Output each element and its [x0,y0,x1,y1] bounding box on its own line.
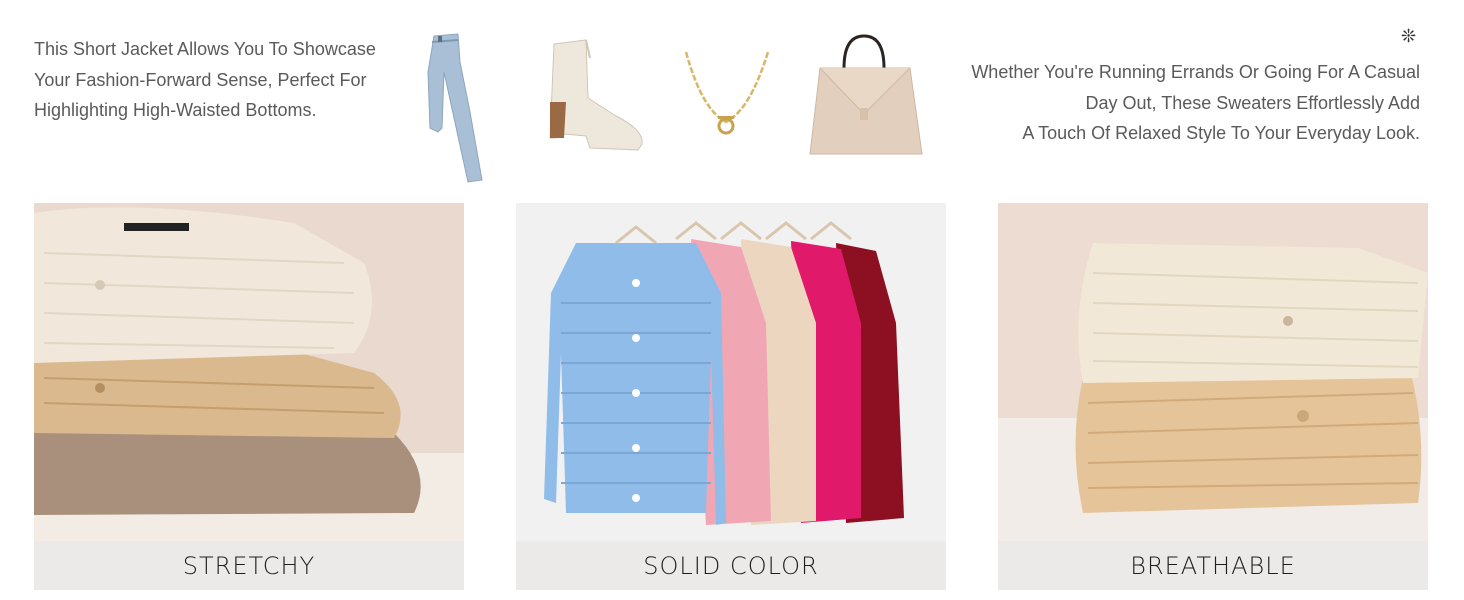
feature-label: SOLID COLOR [516,541,946,590]
intro-right-line: A Touch Of Relaxed Style To Your Everyda… [1022,123,1420,143]
feature-label: STRETCHY [34,541,464,590]
handbag-icon [809,34,923,155]
intro-right-line: Whether You're Running Errands Or Going … [971,62,1420,82]
feature-card-stretchy: STRETCHY [34,203,464,590]
ankle-boot-icon [549,39,643,151]
sparkle-icon: ❊ [1401,26,1417,46]
hanging-cardigans-image [516,203,946,541]
folded-sweaters-image [998,203,1428,541]
feature-card-solid-color: SOLID COLOR [516,203,946,590]
necklace-icon [684,51,770,135]
intro-right-text: Whether You're Running Errands Or Going … [900,57,1420,149]
jeans-icon [427,33,483,183]
intro-left-text: This Short Jacket Allows You To Showcase… [34,39,376,120]
intro-right-line: Day Out, These Sweaters Effortlessly Add [1085,92,1421,113]
feature-card-breathable: BREATHABLE [998,203,1428,590]
feature-label: BREATHABLE [998,541,1428,590]
stacked-sweaters-image [34,203,464,541]
